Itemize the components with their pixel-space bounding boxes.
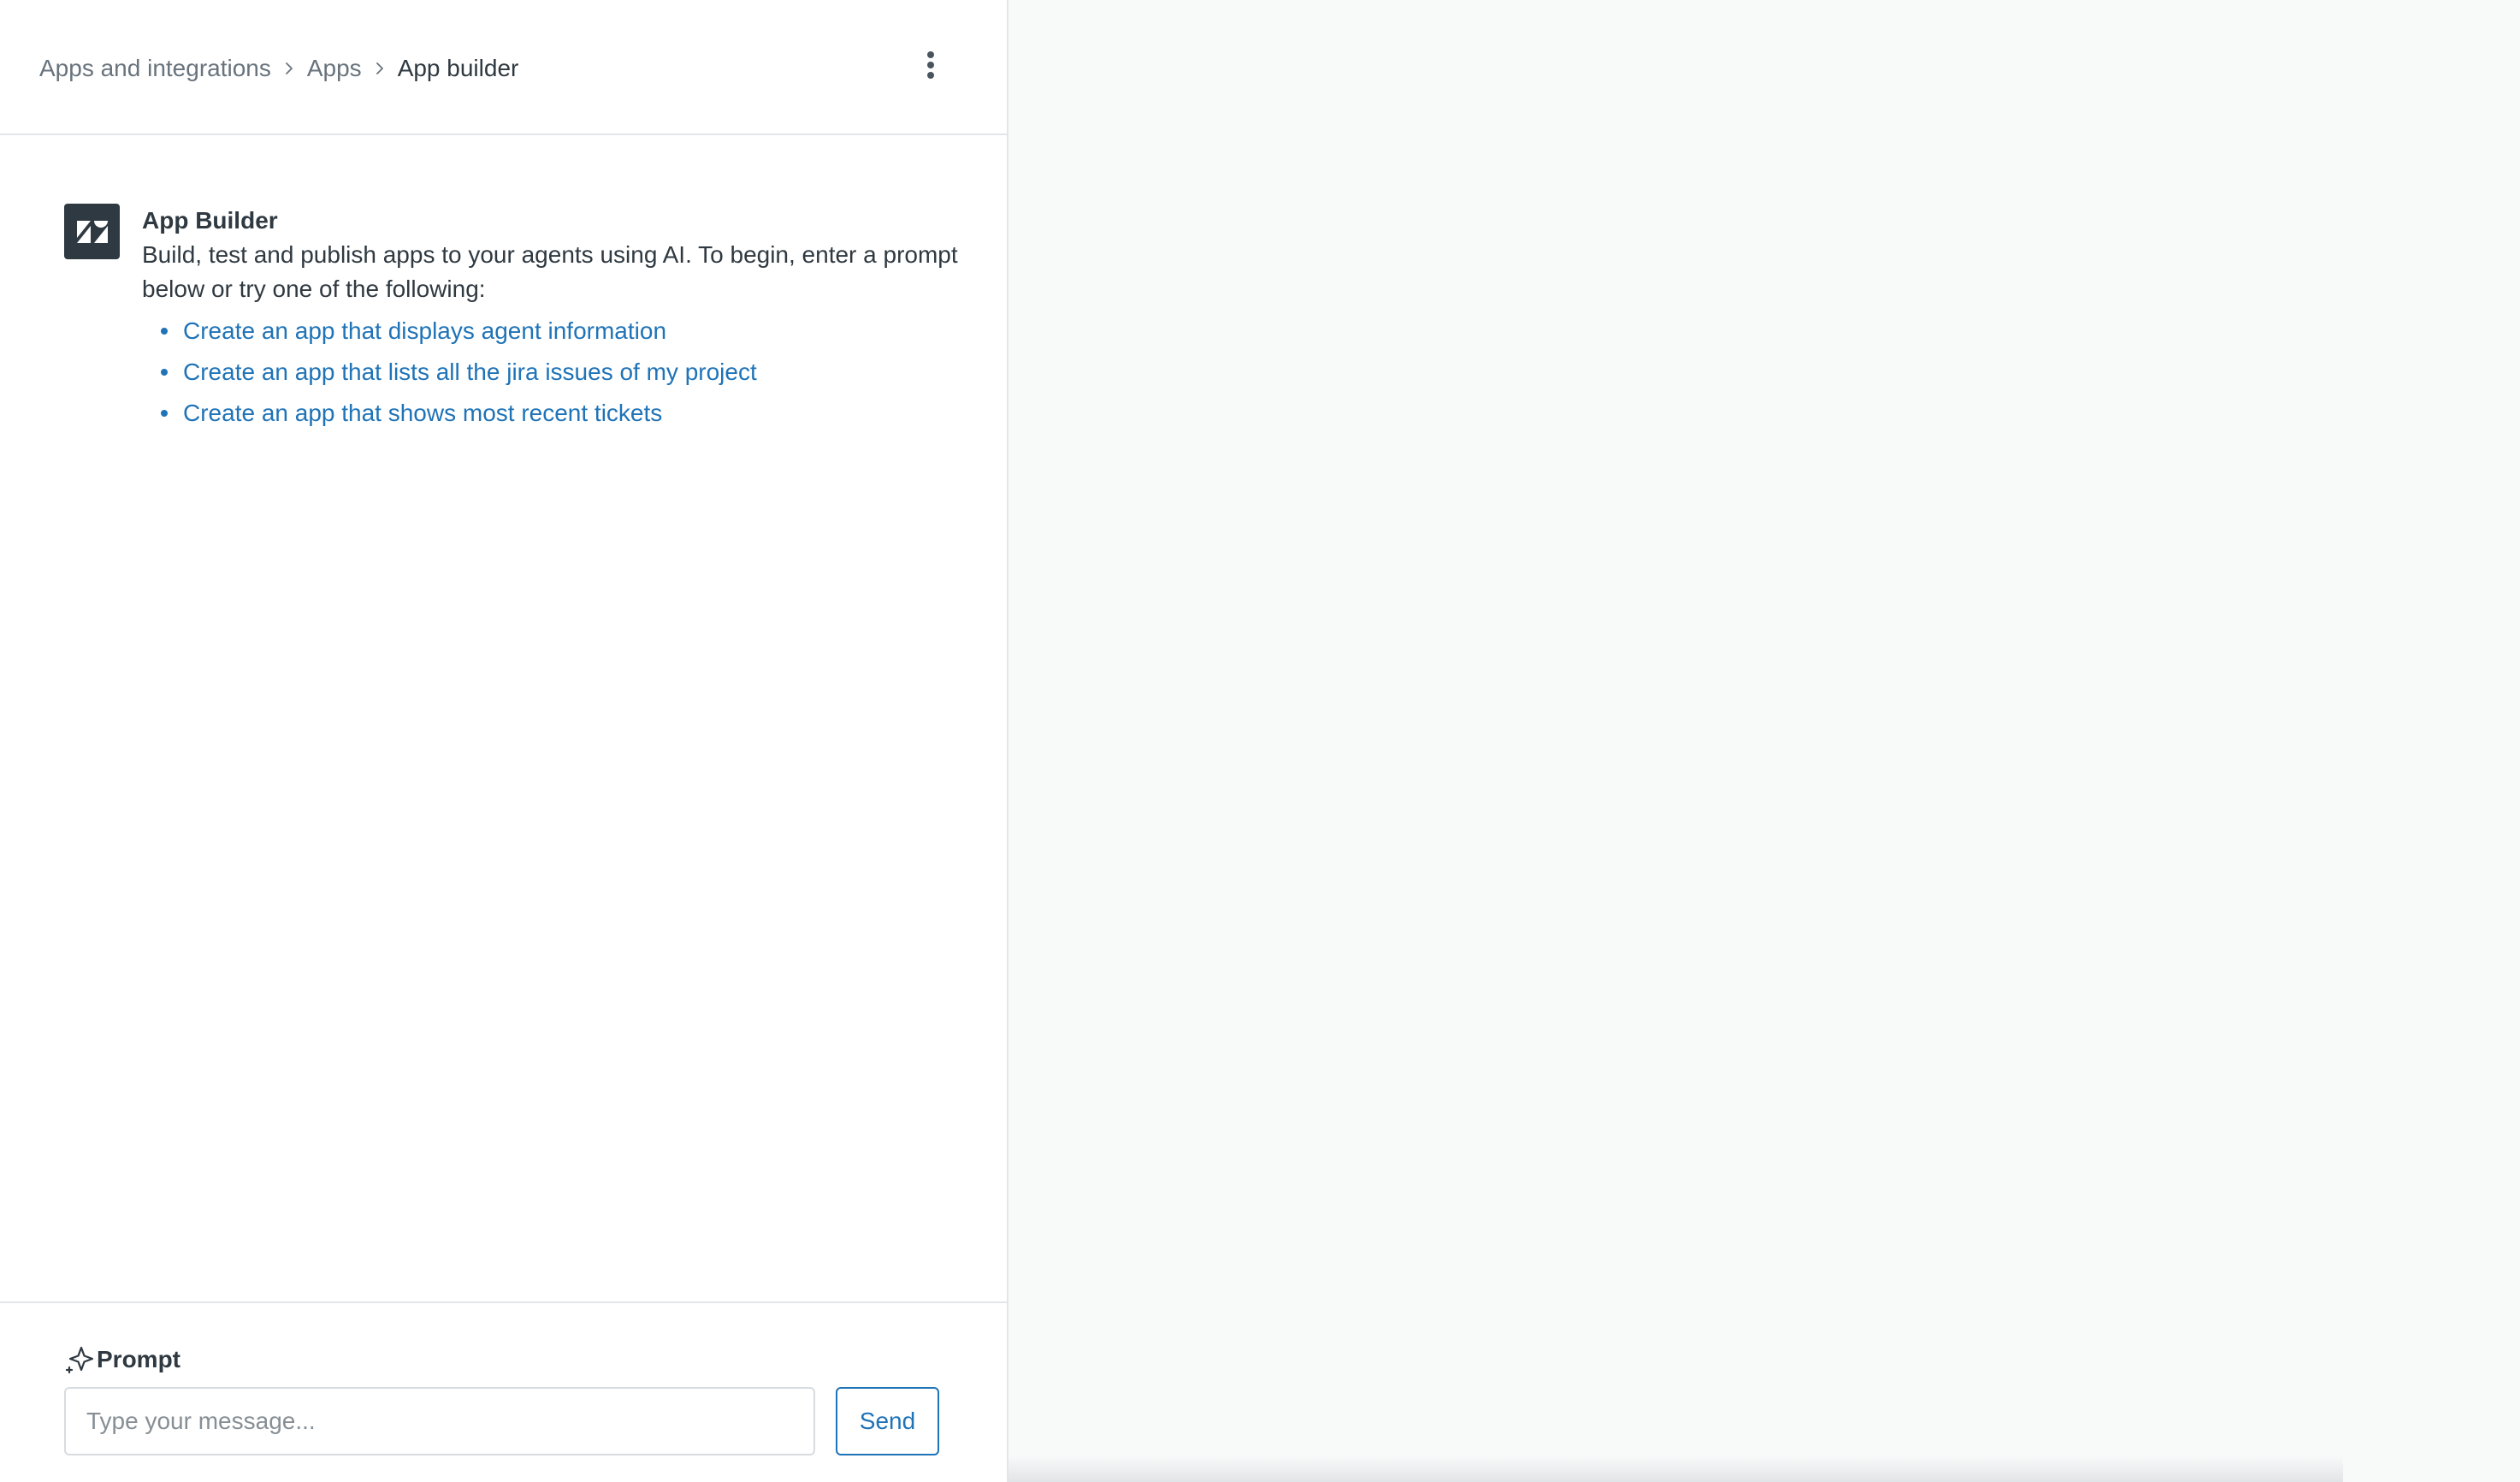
breadcrumb: Apps and integrations Apps App builder <box>39 50 518 87</box>
header: Apps and integrations Apps App builder <box>0 0 1007 135</box>
breadcrumb-app-builder: App builder <box>397 55 519 81</box>
zendesk-logo-icon <box>64 204 120 259</box>
chevron-right-icon <box>271 50 307 87</box>
breadcrumb-apps-and-integrations[interactable]: Apps and integrations <box>39 55 271 82</box>
intro-title: App Builder <box>142 207 278 234</box>
breadcrumb-apps[interactable]: Apps <box>307 55 362 82</box>
list-item: Create an app that shows most recent tic… <box>142 394 963 436</box>
message-input[interactable] <box>64 1387 815 1455</box>
suggestion-link[interactable]: Create an app that shows most recent tic… <box>183 400 662 426</box>
chevron-right-icon <box>362 50 398 87</box>
prompt-label: Prompt <box>64 1343 180 1377</box>
preview-bottom-shadow <box>1009 1456 2343 1482</box>
bullet-icon <box>161 369 168 376</box>
preview-panel <box>1009 0 2520 1482</box>
send-button[interactable]: Send <box>836 1387 939 1455</box>
bullet-icon <box>161 328 168 335</box>
chat-panel: Apps and integrations Apps App builder A… <box>0 0 1009 1482</box>
sparkle-icon <box>64 1344 95 1375</box>
list-item: Create an app that lists all the jira is… <box>142 353 963 394</box>
app-builder-page: Apps and integrations Apps App builder A… <box>0 0 2520 1482</box>
suggestion-link[interactable]: Create an app that lists all the jira is… <box>183 359 757 385</box>
prompt-area: Prompt Send <box>0 1301 1007 1482</box>
more-options-button[interactable] <box>914 46 948 84</box>
bullet-icon <box>161 410 168 417</box>
suggestion-list: Create an app that displays agent inform… <box>142 312 963 436</box>
list-item: Create an app that displays agent inform… <box>142 312 963 353</box>
intro-body: App Builder Build, test and publish apps… <box>142 204 963 436</box>
intro-text: Build, test and publish apps to your age… <box>142 241 958 302</box>
prompt-label-text: Prompt <box>97 1346 180 1372</box>
suggestion-link[interactable]: Create an app that displays agent inform… <box>183 317 666 344</box>
kebab-vertical-icon <box>927 51 934 79</box>
